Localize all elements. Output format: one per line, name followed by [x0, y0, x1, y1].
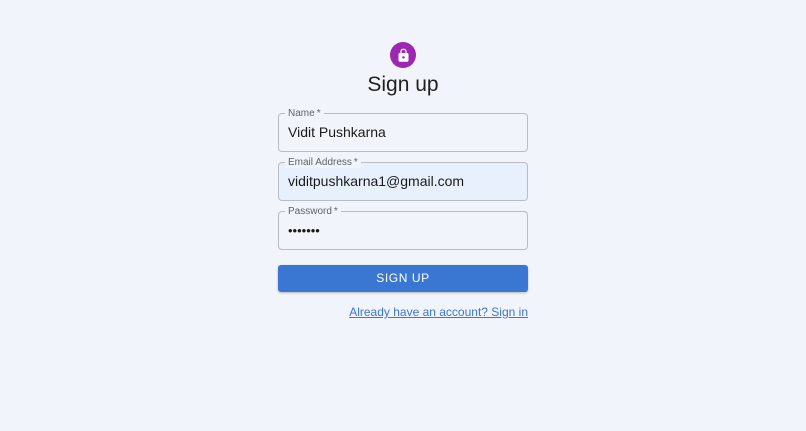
- sign-up-button[interactable]: SIGN UP: [278, 265, 528, 292]
- password-input[interactable]: •••••••: [288, 212, 320, 249]
- name-field[interactable]: Name * Vidit Pushkarna: [278, 108, 528, 152]
- avatar: [390, 42, 416, 68]
- sign-in-link[interactable]: Already have an account? Sign in: [349, 305, 528, 319]
- signup-form: Sign up Name * Vidit Pushkarna Email Addr…: [278, 0, 528, 431]
- page-title: Sign up: [367, 73, 439, 96]
- name-input[interactable]: Vidit Pushkarna: [288, 114, 386, 151]
- email-field[interactable]: Email Address * viditpushkarna1@gmail.com: [278, 157, 528, 201]
- lock-icon: [396, 48, 411, 63]
- email-input[interactable]: viditpushkarna1@gmail.com: [288, 163, 464, 200]
- password-field[interactable]: Password * •••••••: [278, 206, 528, 250]
